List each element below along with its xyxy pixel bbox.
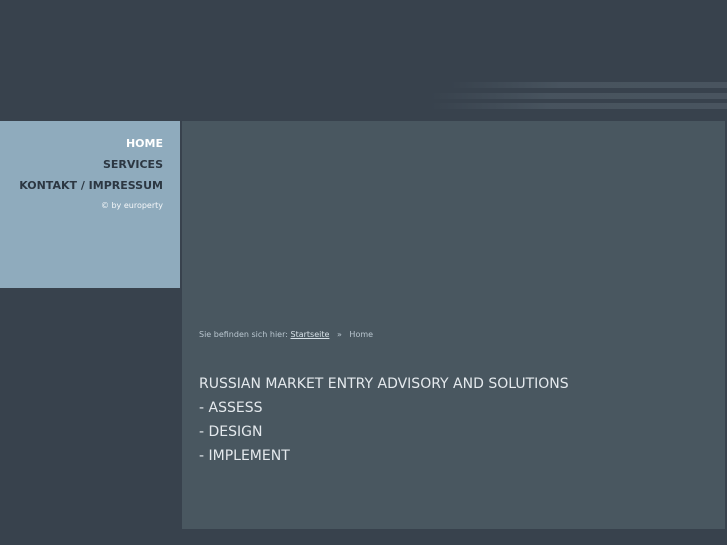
copyright-text: © by europerty xyxy=(100,201,163,210)
page-content: RUSSIAN MARKET ENTRY ADVISORY AND SOLUTI… xyxy=(199,372,569,468)
breadcrumb-current: Home xyxy=(349,330,374,339)
nav-item-home[interactable]: HOME xyxy=(19,133,163,154)
content-list-item: - ASSESS xyxy=(199,400,263,416)
nav-item-kontakt-impressum[interactable]: KONTAKT / IMPRESSUM xyxy=(19,175,163,196)
breadcrumb-separator: » xyxy=(336,330,342,339)
header-decoration xyxy=(450,82,727,88)
header-decoration xyxy=(430,93,727,99)
nav-item-services[interactable]: SERVICES xyxy=(19,154,163,175)
content-list-item: - IMPLEMENT xyxy=(199,448,290,464)
main-content-panel: Sie befinden sich hier: Startseite » Hom… xyxy=(182,121,725,529)
content-list-item: - DESIGN xyxy=(199,424,263,440)
header-decoration xyxy=(430,103,727,109)
main-nav: HOME SERVICES KONTAKT / IMPRESSUM xyxy=(19,133,163,196)
breadcrumb-prefix: Sie befinden sich hier: xyxy=(199,330,288,339)
sidebar: HOME SERVICES KONTAKT / IMPRESSUM © by e… xyxy=(0,121,180,288)
breadcrumb: Sie befinden sich hier: Startseite » Hom… xyxy=(199,330,373,339)
breadcrumb-link-startseite[interactable]: Startseite xyxy=(291,330,330,339)
page-headline: RUSSIAN MARKET ENTRY ADVISORY AND SOLUTI… xyxy=(199,376,569,392)
